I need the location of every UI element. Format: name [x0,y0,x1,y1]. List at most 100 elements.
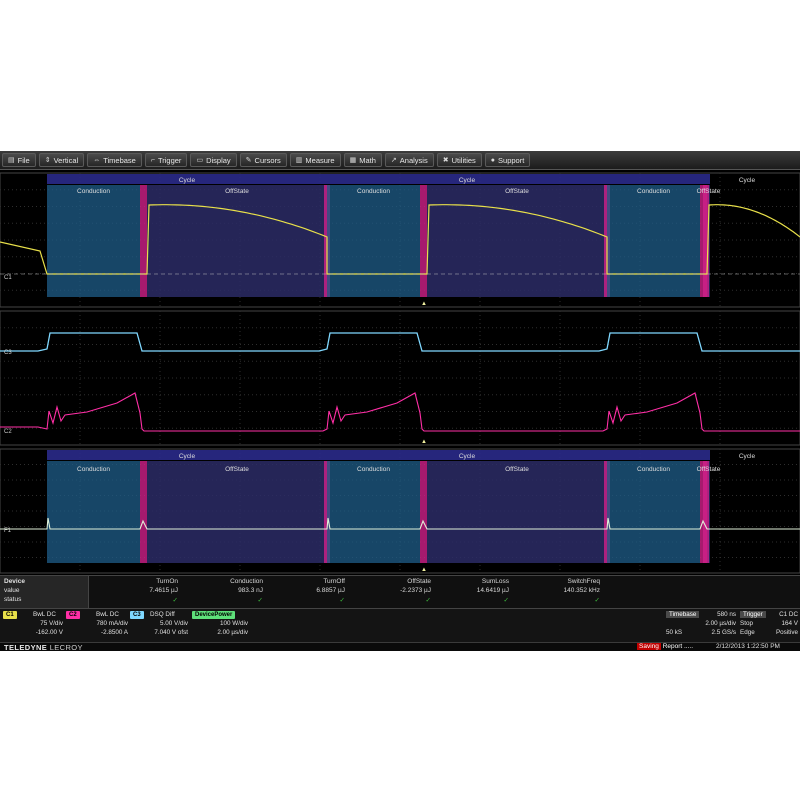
c3-mode: DSQ Diff [150,611,175,618]
brand-name: TELEDYNE [4,643,48,651]
menu-support[interactable]: ● Support [484,153,531,167]
c2-scale: 780 mA/div [96,620,129,627]
c1-mode: BwL DC [33,611,56,618]
c1-offset: -162.00 V [35,629,63,636]
timebase-delay: 580 ns [717,611,736,618]
cycle-label: Cycle [739,177,756,184]
math-icon: ▦ [349,157,357,164]
teledyne-lecroy-logo: TELEDYNE LECROY [4,643,83,651]
channel-descriptor-bar: C1 BwL DC 75 V/div -162.00 V C2 BwL DC 7… [0,608,800,643]
c1-tag: C1 [3,611,17,619]
trigger-channel: C1 DC [779,611,798,618]
menu-vertical[interactable]: ⇕ Vertical [38,153,85,167]
offstate-zone [427,461,607,563]
f1-time: 2.00 µs/div [217,629,248,636]
function-f1-descriptor[interactable]: DevicePower 100 W/div 2.00 µs/div [192,611,248,641]
menu-file[interactable]: ▤ File [2,153,36,167]
c3-offset: 7.040 V ofst [154,629,188,636]
c2-level-marker: C2 [4,429,12,435]
trigger-level: 164 V [781,620,798,627]
oscilloscope-screen: ▤ File ⇕ Vertical ⇔ Timebase ⌐ Trigger ▭ Display ✎… [0,151,800,651]
offstate-zone [147,185,327,297]
measure-sumloss-value: 14.6419 µJ [476,587,509,594]
cycle-band [607,450,710,460]
conduction-label: Conduction [357,188,390,195]
value-row-label: value [4,587,20,594]
menu-label: Cursors [254,155,281,165]
menu-label: Utilities [451,155,476,165]
menu-display[interactable]: ▭ Display [190,153,237,167]
menu-timebase[interactable]: ⇔ Timebase [87,153,142,167]
menu-measure[interactable]: ▥ Measure [289,153,341,167]
vertical-icon: ⇕ [44,157,51,164]
timebase-rate: 2.5 GS/s [711,629,737,636]
f1-scale: 100 W/div [220,620,248,627]
conduction-label: Conduction [357,466,390,473]
channel-c2-descriptor[interactable]: C2 BwL DC 780 mA/div -2.8500 A [66,611,128,641]
saving-detail: Report ..... [662,643,694,650]
conduction-zone [47,185,140,297]
menu-bar: ▤ File ⇕ Vertical ⇔ Timebase ⌐ Trigger ▭ Display ✎… [0,151,800,170]
measure-turnoff-name[interactable]: TurnOff [265,578,345,585]
c3-level-marker: C3 [4,350,12,356]
display-icon: ▭ [196,157,204,164]
conduction-zone [327,185,420,297]
cycle-band [607,174,710,184]
menu-trigger[interactable]: ⌐ Trigger [144,153,188,167]
f1-tag: DevicePower [192,611,236,619]
c3-scale: 5.00 V/div [159,620,188,627]
offstate-label: OffState [225,466,249,473]
turnon-zone [420,185,427,297]
measure-offstate-name[interactable]: OffState [351,578,431,585]
cursors-icon: ✎ [245,157,252,164]
measure-sumloss-status: ✓ [503,597,509,604]
measure-switchfreq-value: 140.352 kHz [563,587,601,594]
offstate-label: OffState [225,188,249,195]
offstate-label: OffState [505,188,529,195]
c1-scale: 75 V/div [40,620,63,627]
channel-c1-descriptor[interactable]: C1 BwL DC 75 V/div -162.00 V [3,611,63,641]
saving-status: Saving Report ..... [637,643,693,650]
channel-c3-descriptor[interactable]: C3 DSQ Diff 5.00 V/div 7.040 V ofst [130,611,188,641]
menu-label: File [17,155,30,165]
measure-turnon-name[interactable]: TurnOn [98,578,178,585]
trigger-label: Trigger [740,611,766,618]
measure-conduction-value: 983.3 nJ [238,587,263,594]
trigger-slope: Positive [775,629,798,636]
measurement-table: Device value status TurnOn 7.4615 µJ ✓ Cond… [0,575,800,609]
conduction-zone [327,461,420,563]
menu-utilities[interactable]: ✖ Utilities [436,153,482,167]
timebase-descriptor[interactable]: Timebase 580 ns 2.00 µs/div 50 kS 2.5 GS… [666,611,736,641]
c2-offset: -2.8500 A [101,629,128,636]
status-bar: TELEDYNE LECROY Saving Report ..... 2/12… [0,642,800,651]
timebase-label: Timebase [666,611,700,618]
measure-conduction-name[interactable]: Conduction [183,578,263,585]
trigger-position-marker: ▲ [421,301,427,307]
utilities-icon: ✖ [442,157,449,164]
c3-tag: C3 [130,611,144,619]
trigger-descriptor[interactable]: Trigger C1 DC 164 V Stop Edge Positive [740,611,798,641]
trigger-position-marker: ▲ [421,439,427,445]
trigger-icon: ⌐ [150,156,155,164]
menu-math[interactable]: ▦ Math [343,153,382,167]
menu-label: Trigger [157,155,182,165]
status-row-label: status [4,596,22,603]
conduction-label: Conduction [77,188,110,195]
menu-analysis[interactable]: ↗ Analysis [384,153,434,167]
measure-switchfreq-name[interactable]: SwitchFreq [520,578,600,585]
conduction-zone [607,461,700,563]
timebase-samples: 50 kS [666,629,683,636]
analysis-icon: ↗ [390,157,397,164]
offstate-label: OffState [505,466,529,473]
f1-level-marker: F1 [4,528,12,534]
menu-cursors[interactable]: ✎ Cursors [239,153,287,167]
date-time: 2/12/2013 1:22:50 PM [716,643,780,650]
trigger-position-marker: ▲ [421,567,427,573]
device-label: Device [4,578,25,585]
trigger-type: Edge [740,629,755,636]
conduction-zone [47,461,140,563]
measure-sumloss-name[interactable]: SumLoss [429,578,509,585]
measure-offstate-status: ✓ [425,597,431,604]
c2-tag: C2 [66,611,80,619]
measure-turnoff-value: 6.8857 µJ [316,587,345,594]
